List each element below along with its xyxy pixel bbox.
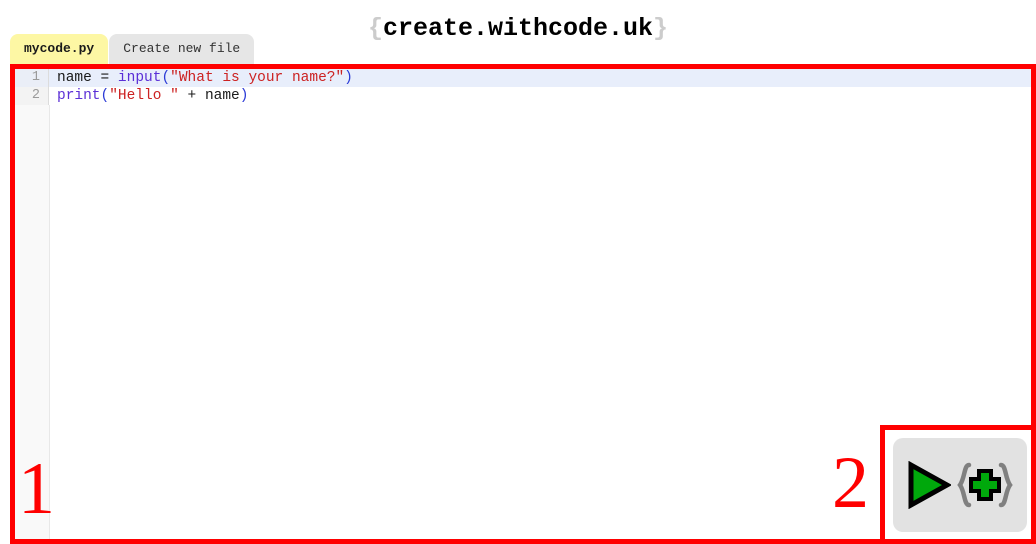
title-site-name: create.withcode.uk — [382, 14, 654, 43]
code-editor[interactable]: 1 name = input("What is your name?") 2 p… — [15, 69, 1031, 539]
title-brace-close: } — [653, 14, 669, 43]
file-tab-bar: mycode.py Create new file — [10, 34, 255, 64]
code-token: ( — [100, 88, 110, 104]
tab-mycode-py[interactable]: mycode.py — [10, 34, 109, 64]
code-token: + — [187, 88, 197, 104]
tab-create-new-file[interactable]: Create new file — [109, 34, 255, 64]
line-number: 1 — [15, 69, 49, 87]
annotation-number-2: 2 — [832, 442, 869, 524]
code-token: print — [57, 88, 101, 104]
code-token: name — [204, 88, 240, 104]
code-line[interactable]: 1 name = input("What is your name?") — [15, 69, 1031, 87]
line-number: 2 — [15, 87, 49, 105]
code-token: = — [100, 70, 110, 86]
tab-label: mycode.py — [24, 41, 95, 56]
code-token: input — [117, 70, 162, 86]
code-line[interactable]: 2 print("Hello " + name) — [15, 87, 1031, 105]
tab-label: Create new file — [123, 41, 241, 56]
curly-braces-plus-icon — [955, 460, 1015, 510]
code-token: ( — [161, 70, 171, 86]
code-token: "Hello " — [109, 88, 179, 104]
code-token: "What is your name?" — [170, 70, 345, 86]
annotation-number-1: 1 — [18, 448, 55, 530]
code-token: ) — [344, 70, 353, 86]
code-line-text[interactable]: print("Hello " + name) — [49, 87, 1031, 105]
run-code-button[interactable] — [893, 438, 1027, 532]
code-token: name — [57, 70, 92, 86]
play-triangle-icon — [905, 461, 951, 509]
run-button-callout-box — [880, 425, 1036, 544]
code-line-text[interactable]: name = input("What is your name?") — [49, 69, 1031, 87]
title-brace-open: { — [367, 14, 383, 43]
code-token: ) — [239, 88, 249, 104]
